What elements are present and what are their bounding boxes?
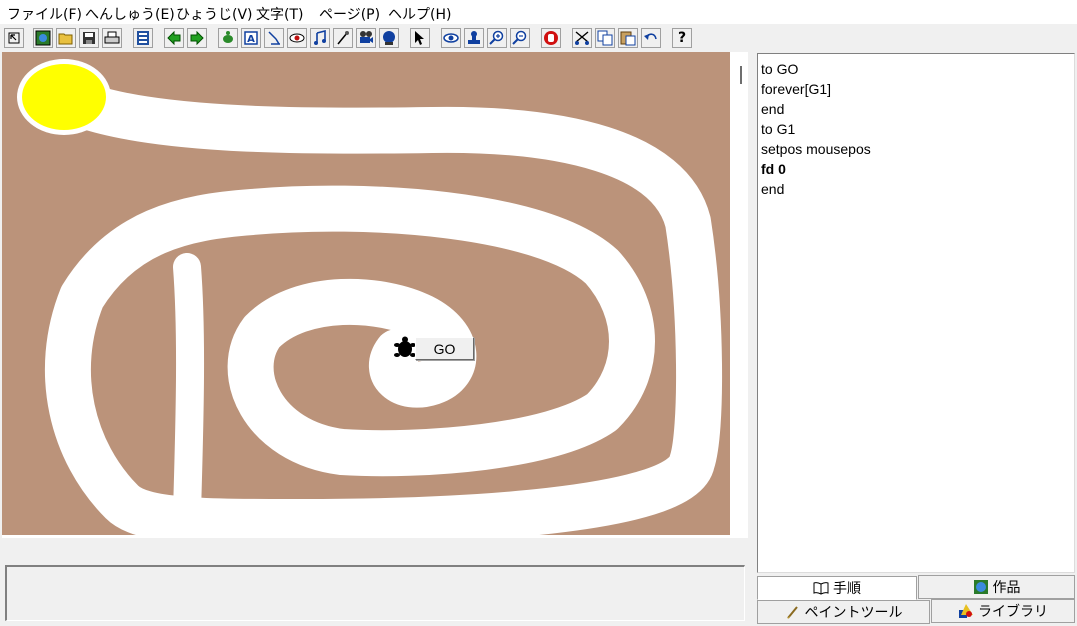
- cut-icon[interactable]: [572, 28, 592, 48]
- drawing-canvas[interactable]: GO: [2, 52, 748, 538]
- copy-icon[interactable]: [595, 28, 615, 48]
- button-icon[interactable]: [264, 28, 284, 48]
- slider-icon[interactable]: [287, 28, 307, 48]
- work-area: GO: [0, 52, 750, 626]
- save-icon[interactable]: [79, 28, 99, 48]
- procedures-editor[interactable]: to GO forever[G1] end to G1 setpos mouse…: [757, 53, 1075, 573]
- tab-paint-label: ペイントツール: [804, 605, 903, 621]
- menu-help[interactable]: ヘルプ(H): [388, 4, 451, 24]
- turtle-icon[interactable]: [394, 336, 416, 360]
- go-button[interactable]: GO: [415, 337, 474, 360]
- code-line: fd 0: [761, 161, 786, 177]
- message-box[interactable]: [5, 565, 745, 621]
- tab-procedures-label: 手順: [833, 581, 861, 597]
- menu-view[interactable]: ひょうじ(V): [176, 4, 253, 24]
- maze-drawing: [2, 52, 730, 538]
- projects-icon[interactable]: [33, 28, 53, 48]
- print-icon[interactable]: [102, 28, 122, 48]
- eye-icon[interactable]: [441, 28, 461, 48]
- help-icon[interactable]: ?: [672, 28, 692, 48]
- code-line: end: [761, 101, 785, 117]
- code-line: forever[G1]: [761, 81, 832, 97]
- menu-bar: ファイル(F) へんしゅう(E) ひょうじ(V) 文字(T) ページ(P) ヘル…: [0, 0, 1077, 24]
- goal-yellow: [22, 64, 106, 130]
- record-icon[interactable]: [379, 28, 399, 48]
- tab-procedures[interactable]: 手順: [757, 576, 917, 600]
- open-icon[interactable]: [56, 28, 76, 48]
- paste-icon[interactable]: [618, 28, 638, 48]
- pointer-icon[interactable]: [410, 28, 430, 48]
- maze-path-spur: [173, 253, 205, 526]
- tab-paint[interactable]: ペイントツール: [757, 600, 930, 624]
- zoom-in-icon[interactable]: [487, 28, 507, 48]
- cursor-icon[interactable]: [4, 28, 24, 48]
- stamp-icon[interactable]: [464, 28, 484, 48]
- tab-projects[interactable]: 作品: [918, 575, 1075, 599]
- code-line: setpos mousepos: [761, 141, 871, 157]
- vertical-scrollbar[interactable]: [740, 66, 742, 84]
- toolbar: A ?: [0, 26, 1077, 52]
- pane-divider[interactable]: [752, 52, 756, 626]
- sound-icon[interactable]: [310, 28, 330, 48]
- undo-icon[interactable]: [641, 28, 661, 48]
- tab-library-label: ライブラリ: [978, 604, 1048, 620]
- menu-edit[interactable]: へんしゅう(E): [85, 4, 175, 24]
- melody-icon[interactable]: [333, 28, 353, 48]
- brush-icon: [785, 604, 801, 620]
- menu-page[interactable]: ページ(P): [319, 4, 380, 24]
- shapes-icon: [958, 603, 974, 619]
- forward-icon[interactable]: [187, 28, 207, 48]
- svg-text:A: A: [247, 34, 255, 45]
- code-line: end: [761, 181, 785, 197]
- zoom-out-icon[interactable]: [510, 28, 530, 48]
- video-icon[interactable]: [356, 28, 376, 48]
- new-turtle-icon[interactable]: [218, 28, 238, 48]
- book-icon: [813, 580, 829, 596]
- code-line: to G1: [761, 121, 796, 137]
- globe-icon: [973, 579, 989, 595]
- text-box-icon[interactable]: A: [241, 28, 261, 48]
- stop-icon[interactable]: [541, 28, 561, 48]
- back-icon[interactable]: [164, 28, 184, 48]
- page-icon[interactable]: [133, 28, 153, 48]
- tab-projects-label: 作品: [992, 580, 1021, 596]
- tab-library[interactable]: ライブラリ: [931, 599, 1075, 623]
- menu-file[interactable]: ファイル(F): [7, 4, 82, 24]
- menu-text[interactable]: 文字(T): [256, 4, 303, 24]
- code-line: to GO: [761, 61, 799, 77]
